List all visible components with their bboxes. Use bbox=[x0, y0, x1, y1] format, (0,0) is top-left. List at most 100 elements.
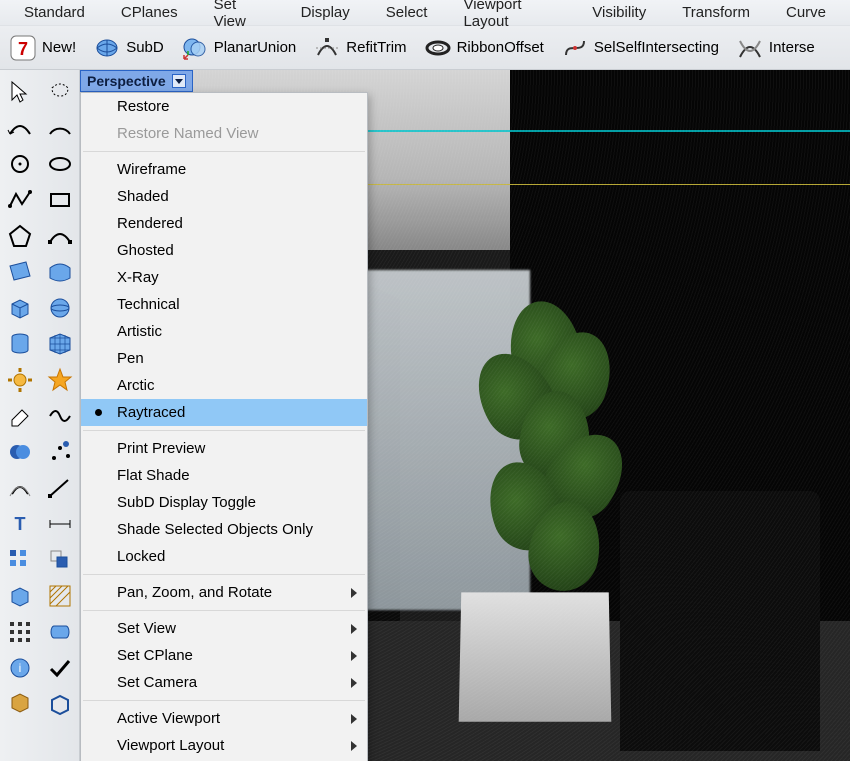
viewport-title-tab[interactable]: Perspective bbox=[80, 70, 193, 92]
menu-item-label: Pen bbox=[117, 350, 144, 367]
extract-icon[interactable] bbox=[40, 686, 80, 722]
menu-item[interactable]: Transform bbox=[664, 2, 768, 23]
gear-icon[interactable] bbox=[0, 362, 40, 398]
refittrim-button[interactable]: RefitTrim bbox=[308, 33, 412, 63]
polyline-icon[interactable] bbox=[0, 182, 40, 218]
mesh-icon[interactable] bbox=[40, 326, 80, 362]
menu-item[interactable]: Technical bbox=[81, 291, 367, 318]
grid-icon[interactable] bbox=[0, 614, 40, 650]
menu-item[interactable]: Shaded bbox=[81, 183, 367, 210]
menu-bar: Standard CPlanes Set View Display Select… bbox=[0, 0, 850, 26]
menu-item[interactable]: Curve bbox=[768, 2, 844, 23]
subd-button[interactable]: SubD bbox=[88, 33, 170, 63]
ribbonoffset-button[interactable]: RibbonOffset bbox=[419, 33, 550, 63]
menu-item[interactable]: Rendered bbox=[81, 210, 367, 237]
pointer-tool-icon[interactable] bbox=[0, 74, 40, 110]
menu-item-label: Flat Shade bbox=[117, 467, 190, 484]
intersect-icon bbox=[737, 35, 763, 61]
menu-item[interactable]: Set View bbox=[81, 615, 367, 642]
menu-item-label: Arctic bbox=[117, 377, 155, 394]
menu-separator bbox=[83, 700, 365, 701]
perspective-viewport[interactable]: Perspective Restore Restore Named View Wir… bbox=[80, 70, 850, 761]
menu-item[interactable]: Set View bbox=[196, 0, 283, 32]
circle-small-icon[interactable] bbox=[0, 146, 40, 182]
lasso-tool-icon[interactable] bbox=[40, 74, 80, 110]
array-icon[interactable] bbox=[0, 542, 40, 578]
menu-separator bbox=[83, 151, 365, 152]
toolbar-label: SelSelfIntersecting bbox=[594, 39, 719, 56]
menu-item[interactable]: Flat Shade bbox=[81, 462, 367, 489]
svg-text:i: i bbox=[18, 661, 21, 675]
ellipse-icon[interactable] bbox=[40, 146, 80, 182]
menu-item[interactable]: Viewport Layout bbox=[81, 732, 367, 759]
new-button[interactable]: 7 New! bbox=[4, 33, 82, 63]
text-icon[interactable]: T bbox=[0, 506, 40, 542]
curve-arrow-icon[interactable] bbox=[0, 110, 40, 146]
menu-item[interactable]: X-Ray bbox=[81, 264, 367, 291]
chevron-right-icon bbox=[351, 741, 357, 751]
menu-item-label: Shade Selected Objects Only bbox=[117, 521, 313, 538]
rectangle-icon[interactable] bbox=[40, 182, 80, 218]
points-icon[interactable] bbox=[40, 434, 80, 470]
menu-item-label: Artistic bbox=[117, 323, 162, 340]
refittrim-icon bbox=[314, 35, 340, 61]
chevron-right-icon bbox=[351, 678, 357, 688]
properties-icon[interactable]: i bbox=[0, 650, 40, 686]
menu-item[interactable]: Ghosted bbox=[81, 237, 367, 264]
menu-item[interactable]: Set CPlane bbox=[81, 642, 367, 669]
offset-icon[interactable] bbox=[0, 470, 40, 506]
explode-icon[interactable] bbox=[40, 362, 80, 398]
menu-item[interactable]: SubD Display Toggle bbox=[81, 489, 367, 516]
hatch-icon[interactable] bbox=[40, 578, 80, 614]
menu-item-label: Wireframe bbox=[117, 161, 186, 178]
menu-item[interactable]: Select bbox=[368, 2, 446, 23]
menu-item-label: Active Viewport bbox=[117, 710, 220, 727]
render-icon[interactable] bbox=[0, 578, 40, 614]
menu-item[interactable]: Display bbox=[283, 2, 368, 23]
eraser-icon[interactable] bbox=[0, 398, 40, 434]
menu-item[interactable]: Restore bbox=[81, 93, 367, 120]
chevron-right-icon bbox=[351, 651, 357, 661]
sphere-icon[interactable] bbox=[40, 290, 80, 326]
menu-item-label: Restore Named View bbox=[117, 125, 258, 142]
planarunion-button[interactable]: PlanarUnion bbox=[176, 33, 303, 63]
polygon-icon[interactable] bbox=[0, 218, 40, 254]
box-icon[interactable] bbox=[0, 290, 40, 326]
menu-item[interactable]: Standard bbox=[6, 2, 103, 23]
menu-item[interactable]: CPlanes bbox=[103, 2, 196, 23]
selselfintersecting-button[interactable]: SelSelfIntersecting bbox=[556, 33, 725, 63]
menu-item[interactable]: Print Preview bbox=[81, 435, 367, 462]
menu-item[interactable]: Wireframe bbox=[81, 156, 367, 183]
dimension-icon[interactable] bbox=[40, 506, 80, 542]
menu-item[interactable]: Shade Selected Objects Only bbox=[81, 516, 367, 543]
chevron-down-icon[interactable] bbox=[172, 74, 186, 88]
boolean-icon[interactable] bbox=[0, 434, 40, 470]
unroll-icon[interactable] bbox=[0, 686, 40, 722]
menu-item[interactable]: Viewport Layout bbox=[445, 0, 574, 32]
curve-edit-icon[interactable] bbox=[40, 218, 80, 254]
menu-separator bbox=[83, 610, 365, 611]
surface-curved-icon[interactable] bbox=[40, 254, 80, 290]
cylinder-icon[interactable] bbox=[0, 326, 40, 362]
menu-item[interactable]: Active Viewport bbox=[81, 705, 367, 732]
intersect-button[interactable]: Interse bbox=[731, 33, 821, 63]
surface-icon[interactable] bbox=[0, 254, 40, 290]
menu-item[interactable]: Set Camera bbox=[81, 669, 367, 696]
arc-icon[interactable] bbox=[40, 110, 80, 146]
pipe-icon[interactable] bbox=[40, 614, 80, 650]
transform-icon[interactable] bbox=[40, 542, 80, 578]
menu-item[interactable]: Artistic bbox=[81, 318, 367, 345]
menu-item-label: Pan, Zoom, and Rotate bbox=[117, 584, 272, 601]
menu-separator bbox=[83, 574, 365, 575]
menu-item[interactable]: Raytraced bbox=[81, 399, 367, 426]
check-icon[interactable] bbox=[40, 650, 80, 686]
menu-item[interactable]: Pen bbox=[81, 345, 367, 372]
line-angle-icon[interactable] bbox=[40, 470, 80, 506]
chevron-right-icon bbox=[351, 714, 357, 724]
menu-item[interactable]: Arctic bbox=[81, 372, 367, 399]
selfintersecting-icon bbox=[562, 35, 588, 61]
menu-item[interactable]: Visibility bbox=[574, 2, 664, 23]
menu-item[interactable]: Pan, Zoom, and Rotate bbox=[81, 579, 367, 606]
menu-item[interactable]: Locked bbox=[81, 543, 367, 570]
join-icon[interactable] bbox=[40, 398, 80, 434]
